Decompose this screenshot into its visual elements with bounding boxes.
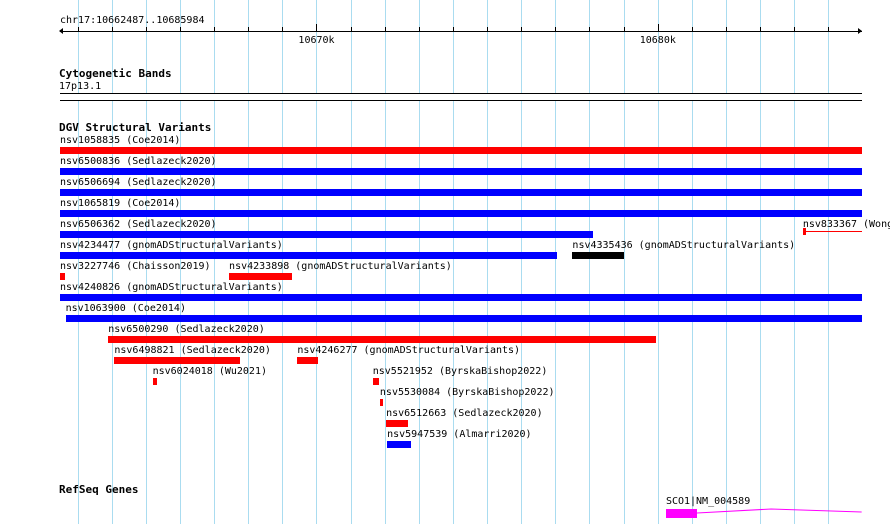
ruler-right-arrow xyxy=(858,28,862,34)
variant-label: nsv5521952 (ByrskaBishop2022) xyxy=(372,366,548,377)
variant-bar[interactable] xyxy=(60,231,593,238)
variant-label: nsv6500290 (Sedlazeck2020) xyxy=(108,324,265,335)
variant-bar[interactable] xyxy=(60,210,862,217)
ruler-tick xyxy=(624,27,625,31)
variant-bar[interactable] xyxy=(60,147,862,154)
variant-label: nsv6512663 (Sedlazeck2020) xyxy=(386,408,543,419)
ruler-tick xyxy=(248,27,249,31)
variant-bar[interactable] xyxy=(60,189,862,196)
variant-bar[interactable] xyxy=(572,252,624,259)
grid-line xyxy=(760,0,761,524)
variant-label: nsv4234477 (gnomADStructuralVariants) xyxy=(60,240,283,251)
dgv-track-title: DGV Structural Variants xyxy=(59,121,212,134)
ruler-tick xyxy=(419,27,420,31)
ruler-tick xyxy=(487,27,488,31)
grid-line xyxy=(214,0,215,524)
variant-bar[interactable] xyxy=(802,231,862,232)
variant-bar[interactable] xyxy=(108,336,657,343)
variant-bar[interactable] xyxy=(60,273,65,280)
grid-line xyxy=(726,0,727,524)
ruler-tick xyxy=(760,27,761,31)
cytoband-bar[interactable] xyxy=(60,93,862,101)
ruler-label: 10680k xyxy=(639,35,676,46)
grid-line xyxy=(521,0,522,524)
ruler-tick xyxy=(794,27,795,31)
variant-label: nsv4233898 (gnomADStructuralVariants) xyxy=(229,261,452,272)
grid-line xyxy=(828,0,829,524)
variant-bar[interactable] xyxy=(65,315,862,322)
variant-bar[interactable] xyxy=(152,378,158,385)
gene-exon[interactable] xyxy=(665,509,698,518)
ruler-tick xyxy=(692,27,693,31)
ruler-tick xyxy=(828,27,829,31)
ruler[interactable]: 10670k 10680k xyxy=(0,0,890,50)
grid-line xyxy=(487,0,488,524)
grid-line xyxy=(794,0,795,524)
grid-line xyxy=(555,0,556,524)
ruler-tick xyxy=(282,27,283,31)
variant-label: nsv4335436 (gnomADStructuralVariants) xyxy=(572,240,796,251)
variant-label: nsv1065819 (Coe2014) xyxy=(60,198,181,209)
ruler-tick xyxy=(214,27,215,31)
variant-label: nsv6498821 (Sedlazeck2020) xyxy=(114,345,271,356)
genome-browser-view: chr17:10662487..10685984 10670k 10680k Cy… xyxy=(0,0,890,524)
grid-line xyxy=(453,0,454,524)
cytoband-label[interactable]: 17p13.1 xyxy=(59,81,101,92)
ruler-tick xyxy=(351,27,352,31)
gene-intron-line xyxy=(697,508,863,514)
ruler-tick xyxy=(316,24,317,31)
variant-label: nsv4240826 (gnomADStructuralVariants) xyxy=(60,282,283,293)
variant-label: nsv3227746 (Chaisson2019) xyxy=(60,261,211,272)
ruler-tick xyxy=(658,24,659,31)
ruler-line xyxy=(60,31,862,32)
ruler-tick xyxy=(555,27,556,31)
variant-bar[interactable] xyxy=(60,294,862,301)
ruler-tick xyxy=(78,27,79,31)
variant-label: nsv6500836 (Sedlazeck2020) xyxy=(60,156,217,167)
variant-label: nsv6506694 (Sedlazeck2020) xyxy=(60,177,217,188)
gene-intron xyxy=(697,508,863,514)
variant-label: nsv5530084 (ByrskaBishop2022) xyxy=(379,387,555,398)
ruler-label: 10670k xyxy=(298,35,335,46)
ruler-tick xyxy=(726,27,727,31)
grid-line xyxy=(658,0,659,524)
variant-bar[interactable] xyxy=(379,399,383,406)
grid-line xyxy=(692,0,693,524)
refseq-track-title: RefSeq Genes xyxy=(59,483,139,496)
variant-label: nsv1058835 (Coe2014) xyxy=(60,135,181,146)
variant-bar[interactable] xyxy=(386,420,409,427)
variant-label: nsv5947539 (Almarri2020) xyxy=(387,429,532,440)
variant-bar[interactable] xyxy=(297,357,319,364)
variant-bar[interactable] xyxy=(60,168,862,175)
variant-label: nsv6506362 (Sedlazeck2020) xyxy=(60,219,217,230)
grid-line xyxy=(589,0,590,524)
ruler-left-arrow xyxy=(59,28,63,34)
ruler-tick xyxy=(453,27,454,31)
variant-label: nsv1063900 (Coe2014) xyxy=(65,303,186,314)
variant-bar[interactable] xyxy=(114,357,240,364)
grid-line xyxy=(624,0,625,524)
variant-label: nsv6024018 (Wu2021) xyxy=(152,366,267,377)
variant-bar[interactable] xyxy=(60,252,558,259)
variant-bar[interactable] xyxy=(229,273,293,280)
ruler-tick xyxy=(589,27,590,31)
cytobands-track-title: Cytogenetic Bands xyxy=(59,67,172,80)
variant-label: nsv4246277 (gnomADStructuralVariants) xyxy=(297,345,521,356)
variant-label: nsv833367 (Wong2007) xyxy=(802,219,890,230)
variant-bar[interactable] xyxy=(372,378,380,385)
ruler-tick xyxy=(180,27,181,31)
ruler-tick xyxy=(146,27,147,31)
variant-bar[interactable] xyxy=(387,441,412,448)
ruler-tick xyxy=(385,27,386,31)
ruler-tick xyxy=(521,27,522,31)
ruler-tick xyxy=(112,27,113,31)
